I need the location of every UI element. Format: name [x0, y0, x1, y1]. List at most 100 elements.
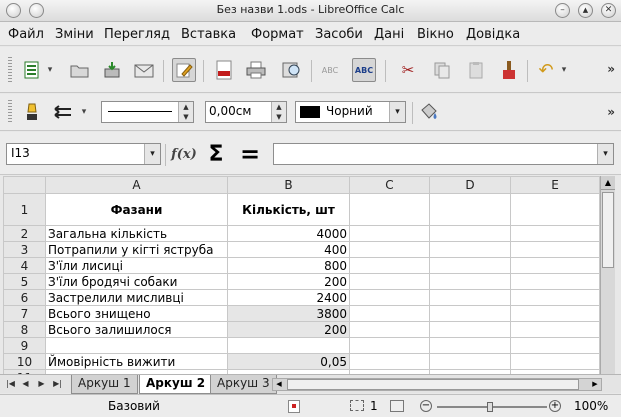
- cell-b10[interactable]: 0,05: [227, 353, 350, 370]
- cell-b5[interactable]: 200: [227, 273, 350, 290]
- email-icon[interactable]: [132, 58, 156, 82]
- zoom-out-icon[interactable]: −: [420, 400, 432, 412]
- function-wizard-icon[interactable]: f(x): [171, 142, 197, 166]
- column-header-b[interactable]: B: [227, 176, 350, 194]
- cell[interactable]: [510, 321, 600, 338]
- column-header-a[interactable]: A: [45, 176, 228, 194]
- row-header[interactable]: 2: [3, 225, 46, 242]
- line-width-field[interactable]: 0,00см ▲ ▼: [205, 101, 287, 123]
- digital-signature-icon[interactable]: [390, 400, 404, 412]
- line-style-pen-icon[interactable]: [20, 100, 44, 124]
- cell[interactable]: [349, 193, 430, 226]
- cell[interactable]: [349, 305, 430, 322]
- cell-b4[interactable]: 800: [227, 257, 350, 274]
- page-style[interactable]: Базовий: [108, 399, 160, 413]
- first-sheet-icon[interactable]: |◀: [5, 378, 16, 390]
- cell-b9[interactable]: [227, 337, 350, 354]
- cell-b6[interactable]: 2400: [227, 289, 350, 306]
- row-header[interactable]: 7: [3, 305, 46, 322]
- h-scroll-thumb[interactable]: [287, 379, 579, 390]
- cell-b7[interactable]: 3800: [227, 305, 350, 322]
- cell-a5[interactable]: З'їли бродячі собаки: [45, 273, 228, 290]
- document-modified-icon[interactable]: [288, 400, 300, 413]
- cell-a3[interactable]: Потрапили у кігті яструба: [45, 241, 228, 258]
- line-style-spin[interactable]: ▲ ▼: [178, 102, 193, 122]
- cell[interactable]: [349, 289, 430, 306]
- cell[interactable]: [349, 321, 430, 338]
- cell[interactable]: [349, 337, 430, 354]
- cell-a8[interactable]: Всього залишилося: [45, 321, 228, 338]
- cell[interactable]: [429, 257, 511, 274]
- save-icon[interactable]: [100, 58, 124, 82]
- cell[interactable]: [349, 257, 430, 274]
- new-document-icon[interactable]: [20, 58, 44, 82]
- copy-icon[interactable]: [430, 58, 454, 82]
- line-color-dropdown-icon[interactable]: ▾: [389, 102, 405, 122]
- vertical-scrollbar[interactable]: ▲: [600, 176, 615, 378]
- next-sheet-icon[interactable]: ▶: [36, 378, 47, 390]
- line-width-spin[interactable]: ▲ ▼: [271, 102, 286, 122]
- row-header[interactable]: 5: [3, 273, 46, 290]
- cell-b8[interactable]: 200: [227, 321, 350, 338]
- formula-expand-icon[interactable]: ▾: [597, 144, 613, 164]
- cell[interactable]: [349, 353, 430, 370]
- undo-dropdown-icon[interactable]: ▾: [558, 58, 570, 82]
- cell-a6[interactable]: Застрелили мисливці: [45, 289, 228, 306]
- formula-equals-icon[interactable]: =: [238, 140, 262, 168]
- spellcheck-icon[interactable]: ABC: [318, 58, 342, 82]
- cell-a4[interactable]: З'їли лисиці: [45, 257, 228, 274]
- sheet-tab-3[interactable]: Аркуш 3: [210, 375, 277, 394]
- print-preview-icon[interactable]: [280, 58, 304, 82]
- cell[interactable]: [429, 193, 511, 226]
- menu-view[interactable]: Перегляд: [104, 27, 170, 42]
- print-icon[interactable]: [244, 58, 268, 82]
- toolbar-grip[interactable]: [8, 57, 12, 83]
- arrow-style-icon[interactable]: [52, 100, 76, 124]
- column-header-e[interactable]: E: [510, 176, 600, 194]
- cell[interactable]: [429, 273, 511, 290]
- edit-mode-icon[interactable]: [172, 58, 196, 82]
- row-header[interactable]: 6: [3, 289, 46, 306]
- menu-help[interactable]: Довідка: [466, 27, 520, 42]
- sheet-tab-2[interactable]: Аркуш 2: [139, 375, 213, 394]
- column-header-c[interactable]: C: [349, 176, 430, 194]
- scroll-thumb[interactable]: [602, 192, 614, 268]
- sheet-tab-1[interactable]: Аркуш 1: [71, 375, 138, 394]
- new-dropdown-icon[interactable]: ▾: [44, 58, 56, 82]
- row-header[interactable]: 8: [3, 321, 46, 338]
- cell[interactable]: [510, 353, 600, 370]
- area-fill-icon[interactable]: [416, 100, 440, 124]
- cell-b2[interactable]: 4000: [227, 225, 350, 242]
- line-toolbar-more-button[interactable]: »: [607, 105, 615, 119]
- cell[interactable]: [429, 337, 511, 354]
- cell-a10[interactable]: Ймовірність вижити: [45, 353, 228, 370]
- toolbar-grip[interactable]: [8, 100, 12, 124]
- row-header[interactable]: 10: [3, 353, 46, 370]
- column-header-d[interactable]: D: [429, 176, 511, 194]
- cell[interactable]: [429, 353, 511, 370]
- menu-file[interactable]: Файл: [8, 27, 44, 42]
- scroll-up-icon[interactable]: ▲: [601, 176, 615, 190]
- name-box[interactable]: I13 ▾: [6, 143, 161, 165]
- line-color-select[interactable]: Чорний ▾: [295, 101, 406, 123]
- formula-input[interactable]: ▾: [273, 143, 614, 165]
- close-button[interactable]: ✕: [601, 3, 616, 18]
- selection-mode-icon[interactable]: [350, 400, 364, 411]
- arrow-style-dropdown-icon[interactable]: ▾: [78, 100, 90, 124]
- cell[interactable]: [429, 241, 511, 258]
- cell-b3[interactable]: 400: [227, 241, 350, 258]
- scroll-right-icon[interactable]: ▶: [589, 379, 601, 390]
- menu-data[interactable]: Дані: [374, 27, 404, 42]
- cell[interactable]: [349, 273, 430, 290]
- menu-tools[interactable]: Засоби: [315, 27, 363, 42]
- clone-formatting-icon[interactable]: [497, 58, 521, 82]
- zoom-slider-thumb[interactable]: [487, 402, 493, 412]
- menu-insert[interactable]: Вставка: [181, 27, 236, 42]
- last-sheet-icon[interactable]: ▶|: [52, 378, 63, 390]
- cell[interactable]: [429, 321, 511, 338]
- cut-icon[interactable]: ✂: [396, 58, 420, 82]
- minimize-button[interactable]: –: [555, 3, 570, 18]
- row-header[interactable]: 4: [3, 257, 46, 274]
- autospellcheck-icon[interactable]: ABC: [352, 58, 376, 82]
- cell-a7[interactable]: Всього знищено: [45, 305, 228, 322]
